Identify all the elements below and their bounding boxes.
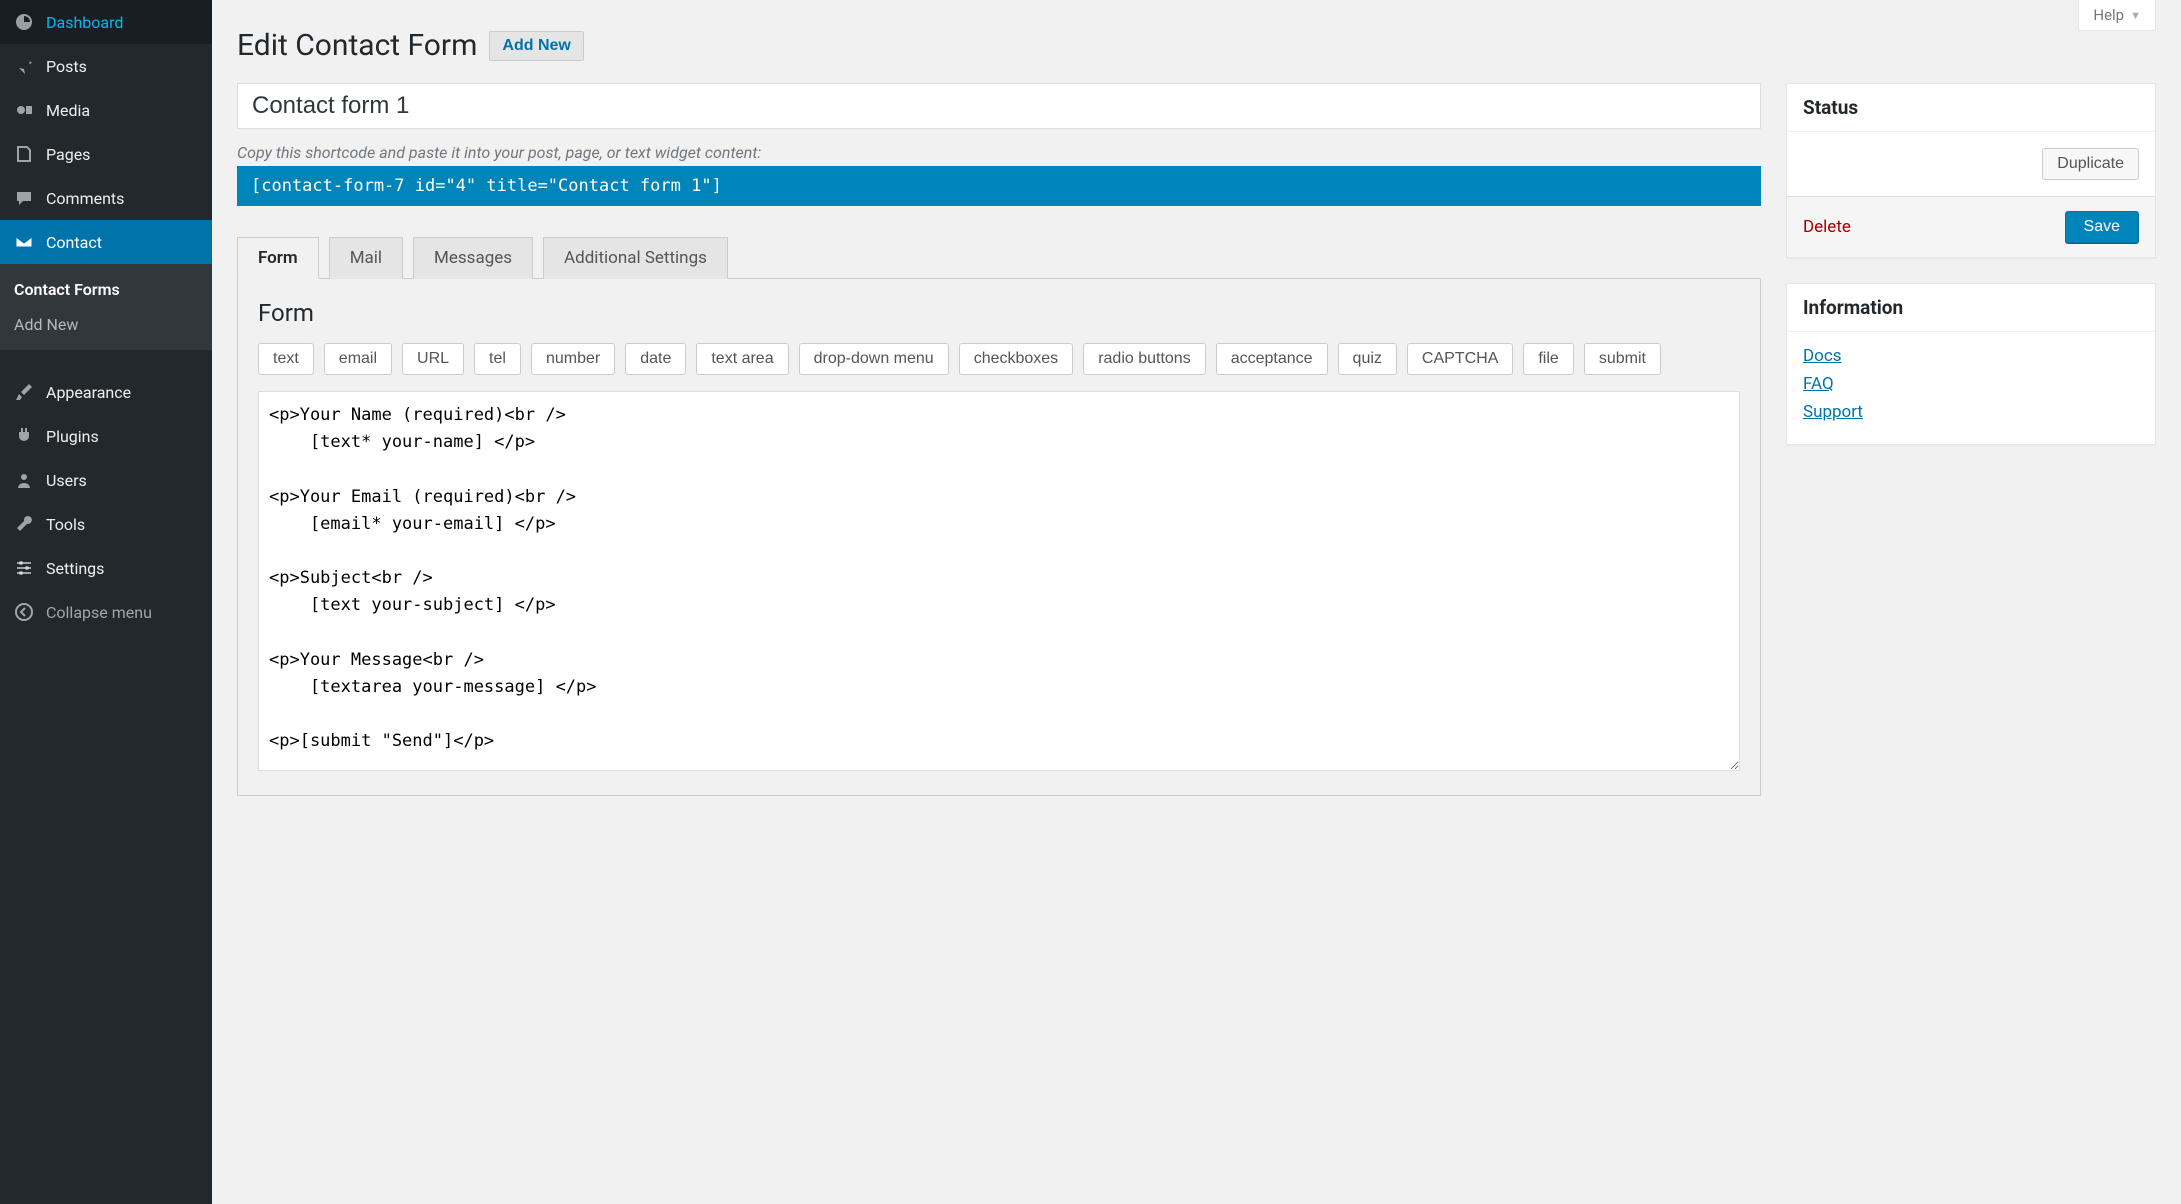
sidebar-item-settings[interactable]: Settings — [0, 546, 212, 590]
pin-icon — [12, 54, 36, 78]
sidebar-item-pages[interactable]: Pages — [0, 132, 212, 176]
sidebar-label: Appearance — [46, 383, 131, 402]
duplicate-button[interactable]: Duplicate — [2042, 148, 2139, 180]
form-tab-panel: Form text email URL tel number date text… — [237, 279, 1761, 796]
information-heading: Information — [1787, 284, 2155, 332]
dashboard-icon — [12, 10, 36, 34]
sidebar-item-appearance[interactable]: Appearance — [0, 370, 212, 414]
form-title-input[interactable] — [237, 83, 1761, 129]
media-icon — [12, 98, 36, 122]
tag-tel-button[interactable]: tel — [474, 343, 521, 375]
tag-number-button[interactable]: number — [531, 343, 615, 375]
status-heading: Status — [1787, 84, 2155, 132]
add-new-button[interactable]: Add New — [489, 31, 583, 61]
right-sidebar: Status Duplicate Delete Save Information… — [1786, 83, 2156, 470]
sliders-icon — [12, 556, 36, 580]
tag-url-button[interactable]: URL — [402, 343, 464, 375]
tag-email-button[interactable]: email — [324, 343, 392, 375]
shortcode-hint: Copy this shortcode and paste it into yo… — [237, 143, 1761, 162]
tag-dropdown-button[interactable]: drop-down menu — [799, 343, 949, 375]
sidebar-item-dashboard[interactable]: Dashboard — [0, 0, 212, 44]
wrench-icon — [12, 512, 36, 536]
tab-bar: Form Mail Messages Additional Settings — [237, 236, 1761, 279]
envelope-icon — [12, 230, 36, 254]
sidebar-item-comments[interactable]: Comments — [0, 176, 212, 220]
form-panel-heading: Form — [258, 299, 1740, 327]
tab-additional-settings[interactable]: Additional Settings — [543, 237, 728, 279]
tag-file-button[interactable]: file — [1523, 343, 1573, 375]
info-link-faq[interactable]: FAQ — [1803, 374, 2139, 394]
shortcode-display[interactable]: [contact-form-7 id="4" title="Contact fo… — [237, 166, 1761, 206]
sidebar-label: Contact — [46, 233, 102, 252]
tag-checkboxes-button[interactable]: checkboxes — [959, 343, 1074, 375]
tab-messages[interactable]: Messages — [413, 237, 533, 279]
main-content: Help ▼ Edit Contact Form Add New Copy th… — [212, 0, 2181, 1204]
sidebar-item-contact[interactable]: Contact — [0, 220, 212, 264]
help-label: Help — [2093, 6, 2124, 24]
submenu-item-contact-forms[interactable]: Contact Forms — [0, 272, 212, 307]
sidebar-item-users[interactable]: Users — [0, 458, 212, 502]
tag-quiz-button[interactable]: quiz — [1338, 343, 1397, 375]
tab-mail[interactable]: Mail — [329, 237, 403, 279]
page-title: Edit Contact Form — [237, 28, 477, 63]
comments-icon — [12, 186, 36, 210]
sidebar-submenu: Contact Forms Add New — [0, 264, 212, 350]
tag-textarea-button[interactable]: text area — [696, 343, 788, 375]
sidebar-label: Tools — [46, 515, 85, 534]
sidebar-item-plugins[interactable]: Plugins — [0, 414, 212, 458]
tag-submit-button[interactable]: submit — [1584, 343, 1661, 375]
sidebar-label: Plugins — [46, 427, 99, 446]
sidebar-label: Posts — [46, 57, 87, 76]
tag-captcha-button[interactable]: CAPTCHA — [1407, 343, 1513, 375]
pages-icon — [12, 142, 36, 166]
form-content-textarea[interactable] — [258, 391, 1740, 771]
sidebar-label: Dashboard — [46, 13, 123, 32]
tag-acceptance-button[interactable]: acceptance — [1216, 343, 1328, 375]
tag-generator-row: text email URL tel number date text area… — [258, 343, 1740, 375]
info-link-docs[interactable]: Docs — [1803, 346, 2139, 366]
status-postbox: Status Duplicate Delete Save — [1786, 83, 2156, 258]
tag-radio-button[interactable]: radio buttons — [1083, 343, 1206, 375]
collapse-menu-button[interactable]: Collapse menu — [0, 590, 212, 634]
sidebar-label: Pages — [46, 145, 90, 164]
sidebar-item-tools[interactable]: Tools — [0, 502, 212, 546]
tag-date-button[interactable]: date — [625, 343, 686, 375]
collapse-icon — [12, 600, 36, 624]
sidebar-label: Settings — [46, 559, 104, 578]
user-icon — [12, 468, 36, 492]
admin-sidebar: Dashboard Posts Media Pages Comments Con… — [0, 0, 212, 1204]
chevron-down-icon: ▼ — [2130, 9, 2141, 22]
info-link-support[interactable]: Support — [1803, 402, 2139, 422]
sidebar-item-media[interactable]: Media — [0, 88, 212, 132]
sidebar-label: Comments — [46, 189, 124, 208]
brush-icon — [12, 380, 36, 404]
delete-link[interactable]: Delete — [1803, 217, 1851, 237]
save-button[interactable]: Save — [2065, 211, 2139, 243]
submenu-item-add-new[interactable]: Add New — [0, 307, 212, 342]
sidebar-label: Users — [46, 471, 87, 490]
information-postbox: Information Docs FAQ Support — [1786, 283, 2156, 445]
sidebar-label: Media — [46, 101, 90, 120]
tag-text-button[interactable]: text — [258, 343, 314, 375]
help-tab[interactable]: Help ▼ — [2078, 0, 2156, 31]
tab-form[interactable]: Form — [237, 237, 319, 279]
sidebar-item-posts[interactable]: Posts — [0, 44, 212, 88]
collapse-label: Collapse menu — [46, 603, 152, 622]
plug-icon — [12, 424, 36, 448]
